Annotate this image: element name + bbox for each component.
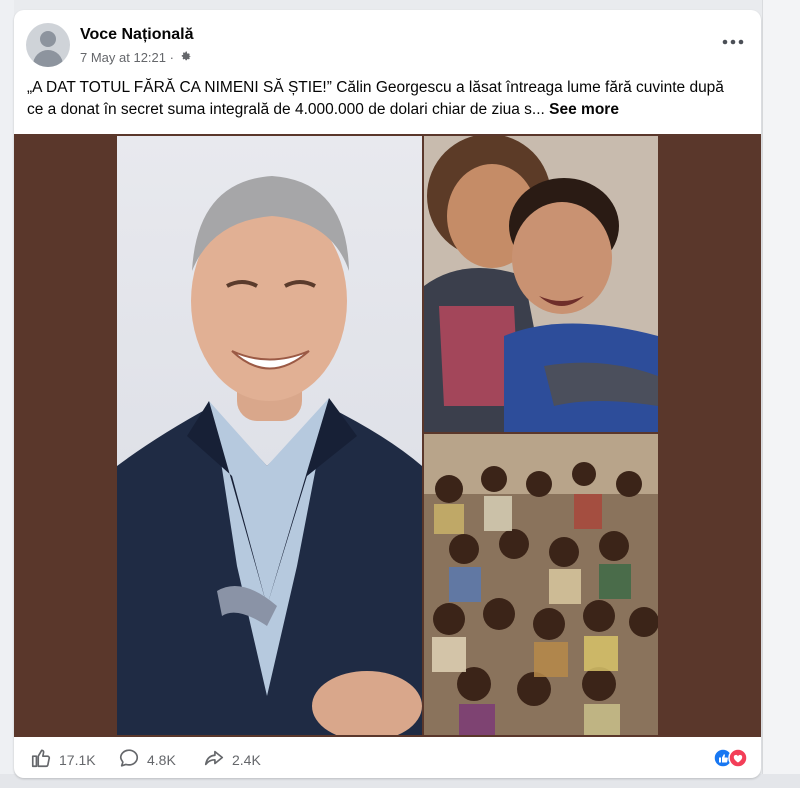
caption-line-2-text: ce a donat în secret suma integrală de 4… — [27, 101, 545, 118]
photo-crying-children[interactable] — [424, 136, 658, 432]
like-stat[interactable]: 17.1K — [30, 747, 96, 772]
see-more-link[interactable]: See more — [549, 101, 619, 118]
share-icon[interactable] — [203, 747, 225, 772]
gear-icon[interactable] — [179, 49, 192, 65]
avatar-body — [33, 50, 63, 67]
caption-line-2: ce a donat în secret suma integrală de 4… — [27, 99, 747, 121]
share-stat[interactable]: 2.4K — [203, 747, 261, 772]
post-caption: „A DAT TOTUL FĂRĂ CA NIMENI SĂ ȘTIE!” Că… — [27, 77, 747, 121]
photo-man-portrait[interactable] — [117, 136, 422, 735]
share-count: 2.4K — [232, 751, 261, 768]
comment-stat[interactable]: 4.8K — [118, 747, 176, 772]
post-media[interactable] — [14, 134, 761, 737]
page-avatar[interactable] — [26, 23, 70, 67]
like-count: 17.1K — [59, 751, 96, 768]
post-footer: 17.1K 4.8K 2.4K — [14, 737, 761, 778]
page-name[interactable]: Voce Națională — [80, 26, 194, 44]
right-gutter — [762, 0, 800, 788]
post-timestamp[interactable]: 7 May at 12:21 · — [80, 50, 174, 65]
reaction-summary[interactable] — [713, 748, 749, 768]
avatar-head — [40, 31, 56, 47]
love-reaction-icon — [728, 748, 748, 768]
left-gutter — [0, 0, 14, 788]
feed-post: Voce Națională 7 May at 12:21 · „A DAT T… — [14, 10, 761, 778]
more-options-icon[interactable] — [719, 30, 747, 54]
comment-icon[interactable] — [118, 747, 140, 772]
photo-group-of-children[interactable] — [424, 434, 658, 735]
like-icon[interactable] — [30, 747, 52, 772]
caption-line-1: „A DAT TOTUL FĂRĂ CA NIMENI SĂ ȘTIE!” Că… — [27, 79, 724, 96]
comment-count: 4.8K — [147, 751, 176, 768]
post-meta: 7 May at 12:21 · — [80, 49, 192, 65]
